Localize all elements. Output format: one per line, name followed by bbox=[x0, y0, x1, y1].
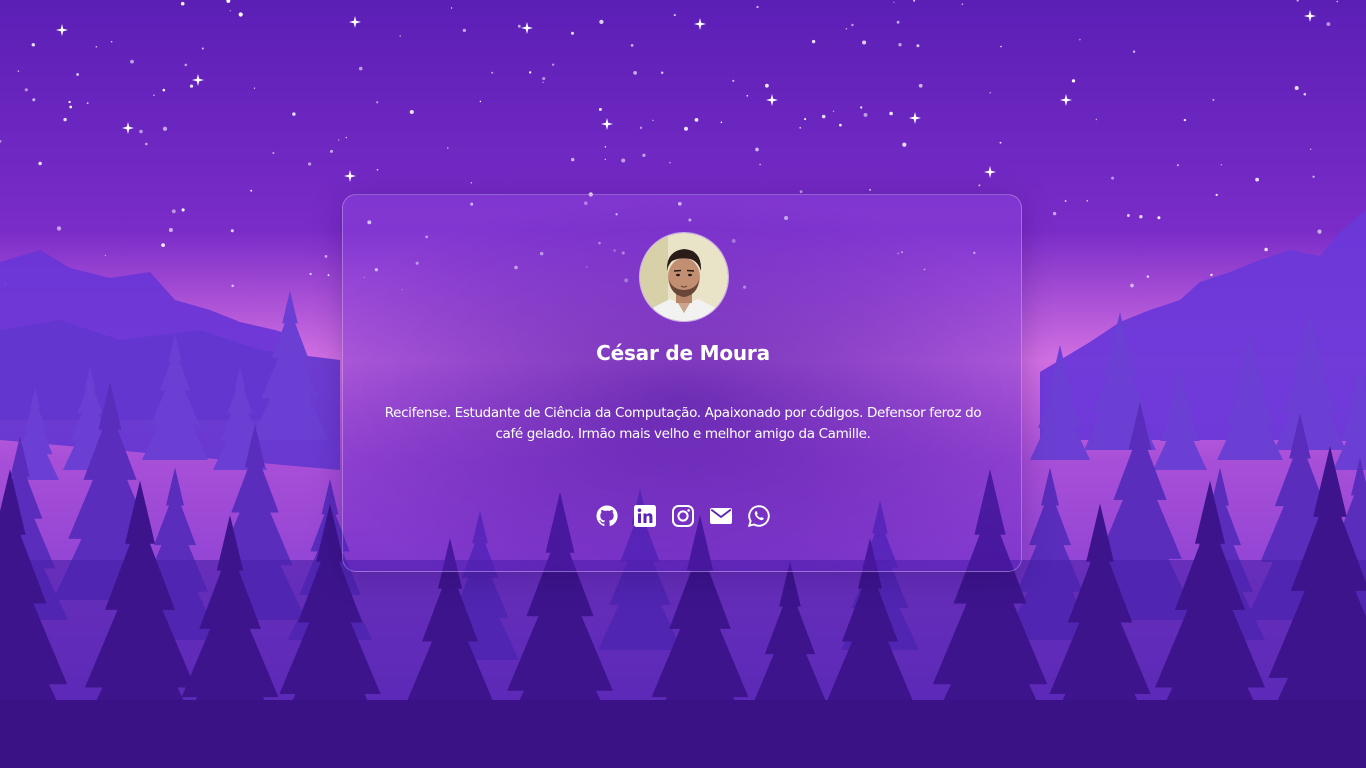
avatar bbox=[639, 232, 729, 322]
instagram-icon bbox=[672, 505, 694, 527]
profile-card: César de Moura Recifense. Estudante de C… bbox=[342, 194, 1022, 572]
background-scene: César de Moura Recifense. Estudante de C… bbox=[0, 0, 1366, 768]
github-icon bbox=[596, 505, 618, 527]
profile-photo bbox=[640, 233, 728, 321]
linkedin-link[interactable] bbox=[633, 504, 657, 528]
social-links bbox=[343, 504, 1023, 528]
profile-name: César de Moura bbox=[596, 341, 770, 365]
linkedin-icon bbox=[634, 505, 656, 527]
profile-bio: Recifense. Estudante de Ciência da Compu… bbox=[384, 405, 982, 442]
whatsapp-link[interactable] bbox=[747, 504, 771, 528]
email-link[interactable] bbox=[709, 504, 733, 528]
whatsapp-icon bbox=[747, 505, 770, 528]
github-link[interactable] bbox=[595, 504, 619, 528]
instagram-link[interactable] bbox=[671, 504, 695, 528]
mail-icon bbox=[710, 508, 732, 524]
